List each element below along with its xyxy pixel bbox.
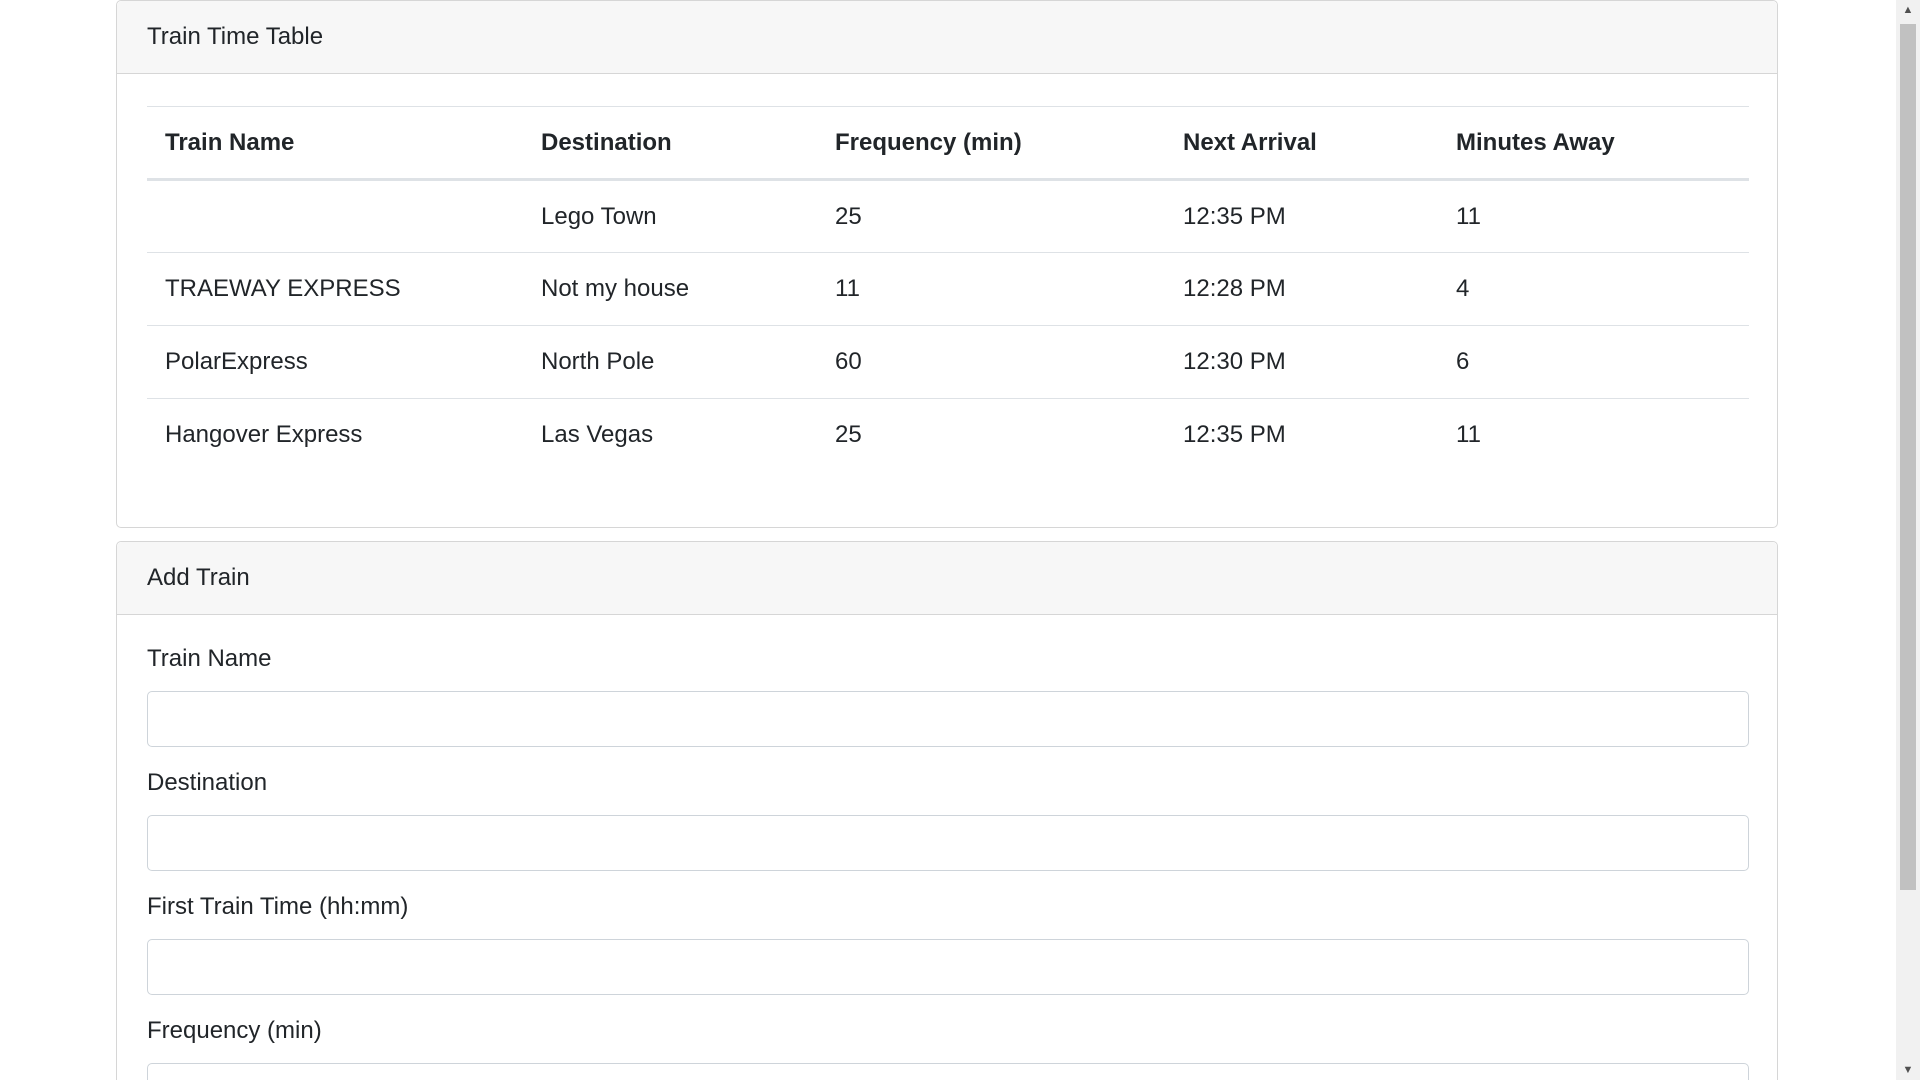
train-name-group: Train Name [147, 645, 1749, 747]
col-header-train-name: Train Name [147, 106, 523, 181]
cell-next-arrival: 12:30 PM [1165, 325, 1438, 399]
table-row: Hangover Express Las Vegas 25 12:35 PM 1… [147, 398, 1749, 472]
cell-train-name: PolarExpress [147, 325, 523, 399]
cell-minutes-away: 6 [1438, 325, 1749, 399]
timetable: Train Name Destination Frequency (min) N… [147, 106, 1749, 472]
timetable-wrap: Train Name Destination Frequency (min) N… [117, 74, 1777, 472]
train-name-label: Train Name [147, 645, 272, 672]
cell-next-arrival: 12:35 PM [1183, 202, 1286, 230]
scrollbar-thumb[interactable] [1900, 24, 1916, 890]
col-header-frequency: Frequency (min) [817, 106, 1165, 181]
train-timetable-card: Train Time Table Train Name Destination … [116, 0, 1778, 528]
page: Train Time Table Train Name Destination … [0, 0, 1920, 1080]
timetable-title: Train Time Table [147, 23, 324, 50]
table-row: TRAEWAY EXPRESS Not my house 11 12:28 PM… [147, 252, 1749, 326]
destination-input[interactable] [147, 815, 1749, 871]
first-train-time-group: First Train Time (hh:mm) [147, 893, 1749, 995]
header-row: Train Name Destination Frequency (min) N… [147, 106, 1749, 181]
col-header-next-arrival: Next Arrival [1165, 106, 1438, 181]
cell-frequency: 25 [835, 202, 862, 230]
cell-frequency: 60 [817, 325, 1165, 399]
table-row: PolarExpress North Pole 60 12:30 PM 6 [147, 325, 1749, 399]
destination-group: Destination [147, 769, 1749, 871]
add-train-title: Add Train [147, 564, 250, 591]
first-train-time-label: First Train Time (hh:mm) [147, 893, 409, 920]
triangle-down-icon[interactable]: ▼ [1896, 1060, 1920, 1080]
timetable-body: Lego Town 25 12:35 PM 11 TRAEWAY EXPRESS… [147, 180, 1749, 472]
cell-destination: Las Vegas [523, 398, 817, 472]
cell-minutes-away: 4 [1438, 252, 1749, 326]
train-name-input[interactable] [147, 691, 1749, 747]
triangle-up-icon[interactable]: ▲ [1896, 0, 1920, 20]
cell-destination: North Pole [523, 325, 817, 399]
cell-next-arrival: 12:35 PM [1165, 398, 1438, 472]
cell-train-name: TRAEWAY EXPRESS [147, 252, 523, 326]
cell-train-name [147, 180, 523, 253]
destination-label: Destination [147, 769, 268, 796]
col-header-destination: Destination [523, 106, 817, 181]
frequency-input[interactable] [147, 1063, 1749, 1080]
cell-train-name: Hangover Express [147, 398, 523, 472]
add-train-form: Train Name Destination First Train Time … [117, 615, 1777, 1080]
add-train-card-header: Add Train [117, 542, 1777, 615]
col-header-minutes-away: Minutes Away [1438, 106, 1749, 181]
table-row: Lego Town 25 12:35 PM 11 [147, 180, 1749, 253]
first-train-time-input[interactable] [147, 939, 1749, 995]
cell-minutes-away: 11 [1438, 398, 1749, 472]
cell-frequency: 25 [817, 398, 1165, 472]
timetable-head: Train Name Destination Frequency (min) N… [147, 106, 1749, 181]
frequency-group: Frequency (min) [147, 1017, 1749, 1080]
cell-destination: Not my house [523, 252, 817, 326]
cell-frequency: 11 [817, 252, 1165, 326]
cell-next-arrival: 12:28 PM [1165, 252, 1438, 326]
vertical-scrollbar[interactable]: ▲ ▼ [1896, 0, 1920, 1080]
cell-minutes-away: 11 [1456, 202, 1481, 230]
timetable-card-header: Train Time Table [117, 1, 1777, 74]
add-train-card: Add Train Train Name Destination First T… [116, 541, 1778, 1080]
cell-destination: Lego Town [541, 202, 657, 230]
frequency-label: Frequency (min) [147, 1017, 322, 1044]
